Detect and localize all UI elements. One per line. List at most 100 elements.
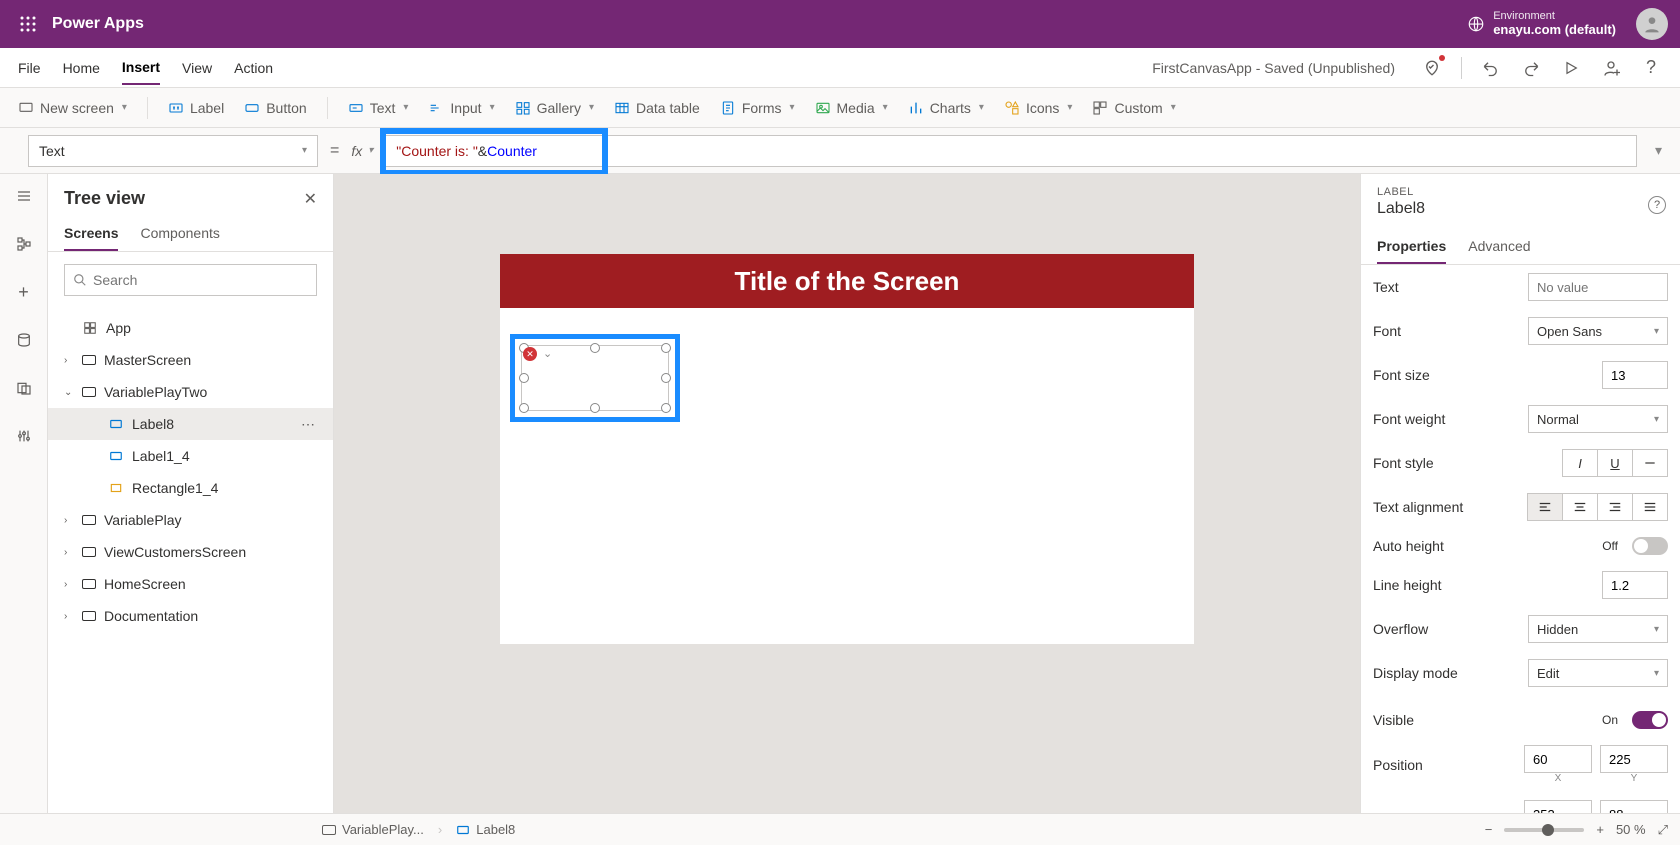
search-input[interactable] (93, 272, 308, 288)
tree-node-documentation[interactable]: › Documentation (48, 600, 333, 632)
tree-node-app[interactable]: App (48, 312, 333, 344)
menu-home[interactable]: Home (63, 52, 100, 84)
forms-button[interactable]: Forms▾ (720, 100, 795, 116)
prop-fontweight-select[interactable]: Normal▾ (1528, 405, 1668, 433)
media-button[interactable]: Media▾ (815, 100, 888, 116)
tree-node-masterscreen[interactable]: › MasterScreen (48, 344, 333, 376)
size-height-input[interactable] (1600, 800, 1668, 813)
position-x-input[interactable] (1524, 745, 1592, 773)
charts-button[interactable]: Charts▾ (908, 100, 984, 116)
tab-screens[interactable]: Screens (64, 217, 118, 251)
menu-insert[interactable]: Insert (122, 51, 160, 85)
underline-button[interactable]: U (1597, 449, 1633, 477)
prop-lineheight-input[interactable] (1602, 571, 1668, 599)
tree-node-variableplay[interactable]: › VariablePlay (48, 504, 333, 536)
position-y-input[interactable] (1600, 745, 1668, 773)
tree-node-homescreen[interactable]: › HomeScreen (48, 568, 333, 600)
close-icon[interactable]: ✕ (304, 189, 317, 209)
resize-handle[interactable] (661, 343, 671, 353)
label-button[interactable]: Label (168, 100, 224, 116)
zoom-in-button[interactable]: + (1596, 822, 1604, 837)
resize-handle[interactable] (590, 403, 600, 413)
hamburger-icon[interactable] (14, 186, 34, 206)
align-left-button[interactable] (1527, 493, 1563, 521)
environment-picker[interactable]: Environment enayu.com (default) (1467, 10, 1616, 38)
chevron-right-icon[interactable]: › (64, 547, 74, 558)
fit-screen-icon[interactable]: ⤢ (1658, 822, 1668, 838)
tree-view-icon[interactable] (14, 234, 34, 254)
formula-expand-icon[interactable]: ▾ (1655, 142, 1662, 159)
canvas-screen[interactable]: Title of the Screen ✕ ⌄ (500, 254, 1194, 644)
tree-node-label1-4[interactable]: Label1_4 (48, 440, 333, 472)
property-selector[interactable]: Text ▾ (28, 135, 318, 167)
resize-handle[interactable] (661, 373, 671, 383)
resize-handle[interactable] (590, 343, 600, 353)
redo-icon[interactable] (1520, 57, 1542, 79)
prop-font-select[interactable]: Open Sans▾ (1528, 317, 1668, 345)
italic-button[interactable]: I (1562, 449, 1598, 477)
share-icon[interactable] (1600, 57, 1622, 79)
zoom-slider[interactable] (1504, 828, 1584, 832)
tools-icon[interactable] (14, 426, 34, 446)
strikethrough-button[interactable] (1632, 449, 1668, 477)
add-icon[interactable]: + (14, 282, 34, 302)
new-screen-button[interactable]: New screen▾ (18, 100, 127, 116)
custom-button[interactable]: Custom▾ (1092, 100, 1175, 116)
chevron-right-icon[interactable]: › (64, 579, 74, 590)
user-avatar[interactable] (1636, 8, 1668, 40)
chevron-right-icon[interactable]: › (64, 355, 74, 366)
prop-text-input[interactable] (1528, 273, 1668, 301)
tree-node-label8[interactable]: Label8 ⋯ (48, 408, 333, 440)
gallery-button[interactable]: Gallery▾ (515, 100, 594, 116)
data-icon[interactable] (14, 330, 34, 350)
chevron-down-icon[interactable]: ⌄ (64, 387, 74, 398)
tab-advanced[interactable]: Advanced (1468, 230, 1530, 264)
align-justify-button[interactable] (1632, 493, 1668, 521)
size-width-input[interactable] (1524, 800, 1592, 813)
undo-icon[interactable] (1480, 57, 1502, 79)
more-icon[interactable]: ⋯ (301, 416, 317, 433)
resize-handle[interactable] (519, 373, 529, 383)
data-table-button[interactable]: Data table (614, 100, 700, 116)
media-rail-icon[interactable] (14, 378, 34, 398)
resize-handle[interactable] (519, 403, 529, 413)
delete-control-icon[interactable]: ✕ (523, 347, 537, 361)
button-button[interactable]: Button (244, 100, 306, 116)
play-icon[interactable] (1560, 57, 1582, 79)
chevron-right-icon[interactable]: › (64, 611, 74, 622)
prop-fontsize-input[interactable] (1602, 361, 1668, 389)
text-button[interactable]: Text▾ (348, 100, 409, 116)
tree-node-variableplaytwo[interactable]: ⌄ VariablePlayTwo (48, 376, 333, 408)
tab-components[interactable]: Components (140, 217, 219, 251)
canvas-area[interactable]: Title of the Screen ✕ ⌄ (334, 174, 1360, 813)
info-icon[interactable]: ? (1648, 196, 1666, 214)
icons-button[interactable]: Icons▾ (1004, 100, 1073, 116)
chevron-right-icon[interactable]: › (64, 515, 74, 526)
visible-toggle[interactable] (1632, 711, 1668, 729)
menu-file[interactable]: File (18, 52, 41, 84)
resize-handle[interactable] (661, 403, 671, 413)
breadcrumb-screen[interactable]: VariablePlay... (312, 818, 434, 841)
tab-properties[interactable]: Properties (1377, 230, 1446, 264)
prop-overflow-select[interactable]: Hidden▾ (1528, 615, 1668, 643)
fx-icon[interactable]: fx▾ (351, 143, 373, 159)
breadcrumb-control[interactable]: Label8 (446, 818, 525, 841)
auto-height-toggle[interactable] (1632, 537, 1668, 555)
tree-node-viewcustomers[interactable]: › ViewCustomersScreen (48, 536, 333, 568)
control-chevron-icon[interactable]: ⌄ (543, 347, 552, 360)
align-center-button[interactable] (1562, 493, 1598, 521)
zoom-out-button[interactable]: − (1485, 822, 1493, 837)
tree-search[interactable] (64, 264, 317, 296)
help-icon[interactable]: ? (1640, 57, 1662, 79)
menu-view[interactable]: View (182, 52, 212, 84)
prop-displaymode-select[interactable]: Edit▾ (1528, 659, 1668, 687)
input-button[interactable]: Input▾ (428, 100, 494, 116)
menu-action[interactable]: Action (234, 52, 273, 84)
selected-label-control[interactable]: ✕ ⌄ (510, 334, 680, 422)
tree-node-label: Documentation (104, 608, 198, 624)
tree-node-rectangle1-4[interactable]: Rectangle1_4 (48, 472, 333, 504)
formula-input[interactable]: "Counter is: " & Counter (385, 135, 1637, 167)
align-right-button[interactable] (1597, 493, 1633, 521)
app-launcher-icon[interactable] (12, 8, 44, 40)
health-icon[interactable] (1421, 57, 1443, 79)
